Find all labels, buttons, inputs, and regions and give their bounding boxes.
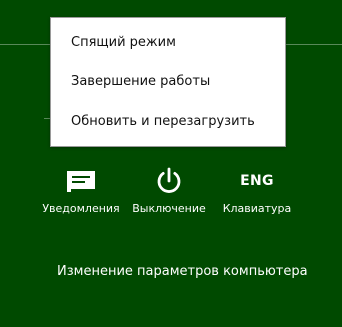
- menu-item-sleep[interactable]: Спящий режим: [71, 30, 275, 56]
- notifications-icon: [67, 171, 95, 192]
- menu-item-shut-down[interactable]: Завершение работы: [71, 69, 275, 95]
- menu-item-update-and-restart[interactable]: Обновить и перезагрузить: [71, 109, 275, 135]
- change-pc-settings-link[interactable]: Изменение параметров компьютера: [57, 263, 308, 281]
- charms-settings-panel: { "power_menu": { "items": [ { "label": …: [0, 0, 342, 327]
- power-options-menu: Спящий режим Завершение работы Обновить …: [50, 17, 286, 147]
- keyboard-label: Клавиатура: [222, 202, 292, 215]
- notifications-label: Уведомления: [42, 202, 120, 215]
- power-icon: [157, 167, 181, 193]
- keyboard-button[interactable]: ENG Клавиатура: [218, 164, 296, 216]
- power-button[interactable]: Выключение: [130, 164, 208, 216]
- power-label: Выключение: [132, 202, 206, 215]
- keyboard-language-icon: ENG: [240, 173, 274, 189]
- notifications-button[interactable]: Уведомления: [38, 164, 124, 216]
